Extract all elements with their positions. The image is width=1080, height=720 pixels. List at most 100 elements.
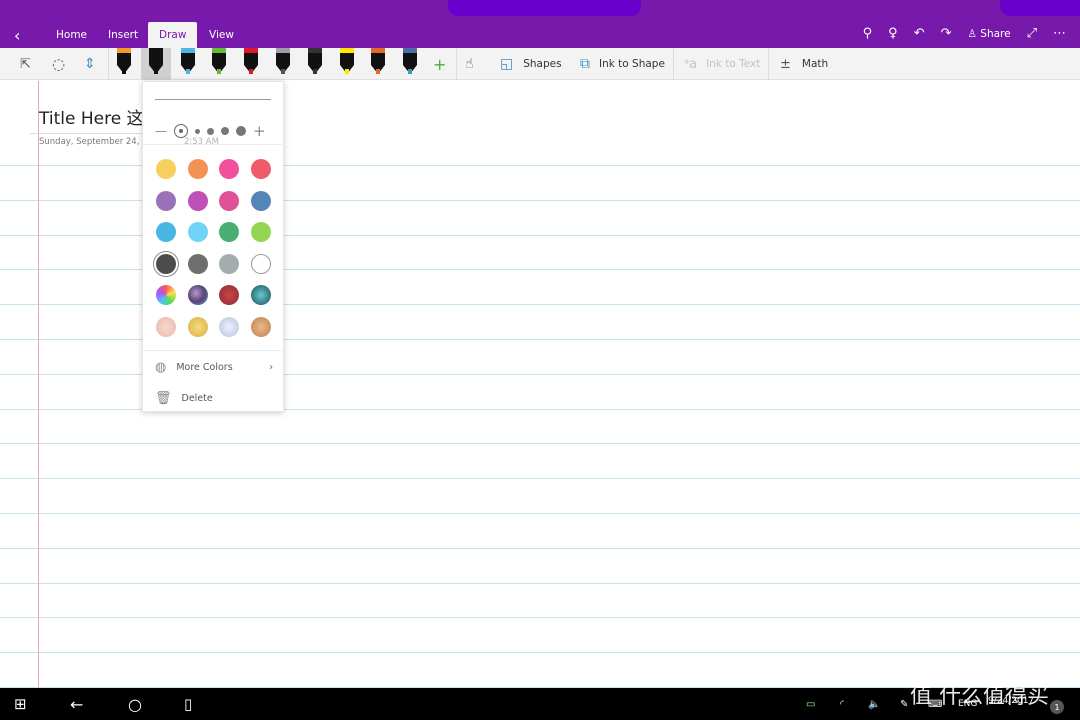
back-icon[interactable]: ‹: [14, 26, 20, 45]
color-swatch[interactable]: [187, 222, 208, 243]
color-swatch[interactable]: [250, 285, 271, 306]
color-swatch[interactable]: [156, 285, 176, 306]
ink-to-shape-icon: ⧉: [580, 56, 590, 72]
pen-tool[interactable]: [117, 48, 131, 76]
taskbar: ⊞ ← ○ ▯ ▭ ◜ 🔈 ✎ ⌨ ENG 9/24/2017 1 值 什么值得…: [0, 684, 1080, 720]
color-swatch[interactable]: [219, 285, 240, 306]
watermark: 值 什么值得买: [910, 684, 1049, 709]
ink-to-shape-button[interactable]: ⧉ Ink to Shape: [580, 48, 665, 80]
chevron-right-icon: ›: [269, 362, 273, 373]
more-colors-label: More Colors: [176, 362, 233, 373]
undo-icon[interactable]: ↶: [914, 26, 925, 41]
redo-icon[interactable]: ↷: [941, 26, 952, 41]
share-label: Share: [980, 27, 1011, 40]
math-button[interactable]: ± Math: [780, 48, 828, 80]
wifi-icon[interactable]: ◜: [840, 688, 844, 720]
pen-tool[interactable]: [403, 48, 418, 76]
color-swatch[interactable]: [250, 317, 271, 337]
cortana-icon[interactable]: ○: [128, 688, 142, 720]
title-pill: [448, 0, 641, 16]
ruled-line: [0, 582, 1080, 584]
color-swatch[interactable]: [219, 190, 240, 211]
text-select-icon[interactable]: ⇱: [20, 48, 31, 80]
add-space-icon[interactable]: ⇕: [84, 48, 96, 80]
color-swatch[interactable]: [156, 190, 176, 211]
color-swatch[interactable]: [219, 222, 240, 243]
battery-icon[interactable]: ▭: [806, 688, 815, 720]
tab-draw[interactable]: Draw: [148, 22, 198, 48]
math-icon: ±: [780, 56, 791, 72]
touch-draw-icon[interactable]: ☝: [465, 48, 474, 80]
color-swatch[interactable]: [156, 317, 176, 337]
ruled-line: [0, 547, 1080, 549]
lasso-select-icon[interactable]: ◌: [52, 48, 65, 80]
decrease-thickness-icon[interactable]: —: [155, 124, 167, 138]
more-icon[interactable]: ⋯: [1053, 26, 1066, 41]
thickness-option[interactable]: [195, 128, 200, 134]
windows-start-icon[interactable]: ⊞: [14, 688, 27, 720]
pen-tool[interactable]: [180, 48, 195, 76]
color-swatch[interactable]: [250, 190, 271, 211]
pen-workspace-icon[interactable]: ✎: [900, 688, 908, 720]
color-swatch[interactable]: [156, 253, 176, 274]
delete-label: Delete: [181, 393, 213, 404]
more-colors-item[interactable]: ◍ More Colors ›: [155, 360, 273, 375]
thickness-option[interactable]: [236, 126, 246, 136]
pen-tool[interactable]: [371, 48, 386, 76]
color-swatch[interactable]: [187, 317, 208, 337]
pen-tool[interactable]: [244, 48, 259, 76]
color-swatch[interactable]: [156, 222, 176, 243]
pen-preview-stroke: [155, 99, 271, 100]
search-icon[interactable]: ⚲: [863, 26, 873, 41]
ink-to-text-label: Ink to Text: [706, 58, 761, 70]
ruled-line: [0, 513, 1080, 514]
color-swatch[interactable]: [250, 222, 271, 243]
notifications-badge[interactable]: 1: [1050, 700, 1064, 714]
pen-tool[interactable]: [148, 48, 163, 76]
trash-icon: 🗑: [155, 391, 172, 406]
tab-home[interactable]: Home: [45, 22, 98, 48]
pen-tool[interactable]: [212, 48, 227, 76]
color-swatch[interactable]: [219, 159, 240, 179]
color-swatch[interactable]: [219, 253, 240, 274]
delete-item[interactable]: 🗑 Delete: [155, 391, 273, 406]
title-pill: [1000, 0, 1080, 16]
color-swatch[interactable]: [250, 253, 271, 274]
shapes-icon: ◱: [500, 56, 514, 72]
pen-tool[interactable]: [339, 48, 354, 76]
fullscreen-icon[interactable]: ⤢: [1027, 26, 1037, 41]
back-arrow-icon[interactable]: ←: [70, 688, 83, 720]
color-swatch[interactable]: [219, 317, 240, 337]
lightbulb-icon[interactable]: ♀: [888, 26, 898, 41]
tab-insert[interactable]: Insert: [97, 22, 149, 48]
title-bar: ‹ Home Insert Draw View ⚲ ♀ ↶ ↷ ♙ Share …: [0, 0, 1080, 48]
volume-icon[interactable]: 🔈: [868, 688, 880, 720]
add-pen-button[interactable]: +: [433, 48, 446, 80]
tab-view[interactable]: View: [198, 22, 245, 48]
color-swatch[interactable]: [187, 159, 208, 179]
margin-line: [38, 81, 39, 688]
color-swatch[interactable]: [187, 285, 208, 306]
color-swatch[interactable]: [187, 253, 208, 274]
ink-to-text-button[interactable]: ᵃa Ink to Text: [684, 48, 760, 80]
ink-to-text-icon: ᵃa: [684, 56, 698, 72]
thickness-option[interactable]: [207, 127, 214, 135]
share-button[interactable]: ♙ Share: [968, 28, 1011, 40]
ruled-line: [0, 617, 1080, 619]
pen-tool[interactable]: [307, 48, 322, 76]
pen-tool[interactable]: [276, 48, 290, 76]
color-swatch[interactable]: [187, 190, 208, 211]
ink-to-shape-label: Ink to Shape: [599, 58, 665, 70]
person-icon: ♙: [967, 27, 977, 40]
math-label: Math: [801, 58, 829, 70]
color-swatch[interactable]: [250, 159, 271, 179]
shapes-button[interactable]: ◱ Shapes: [500, 48, 562, 80]
task-view-icon[interactable]: ▯: [184, 688, 192, 720]
thickness-option[interactable]: [174, 124, 188, 138]
thickness-option[interactable]: [221, 127, 229, 135]
ruled-line: [0, 478, 1080, 480]
increase-thickness-icon[interactable]: +: [253, 122, 266, 140]
color-swatch[interactable]: [156, 159, 176, 179]
draw-toolbar: ⇱ ◌ ⇕ + ☝ ◱ Shapes ⧉ Ink to Shape ᵃa Ink to…: [0, 48, 1080, 80]
pen-options-popup: — + ◍ More Colors › 🗑 Delete: [142, 81, 285, 412]
